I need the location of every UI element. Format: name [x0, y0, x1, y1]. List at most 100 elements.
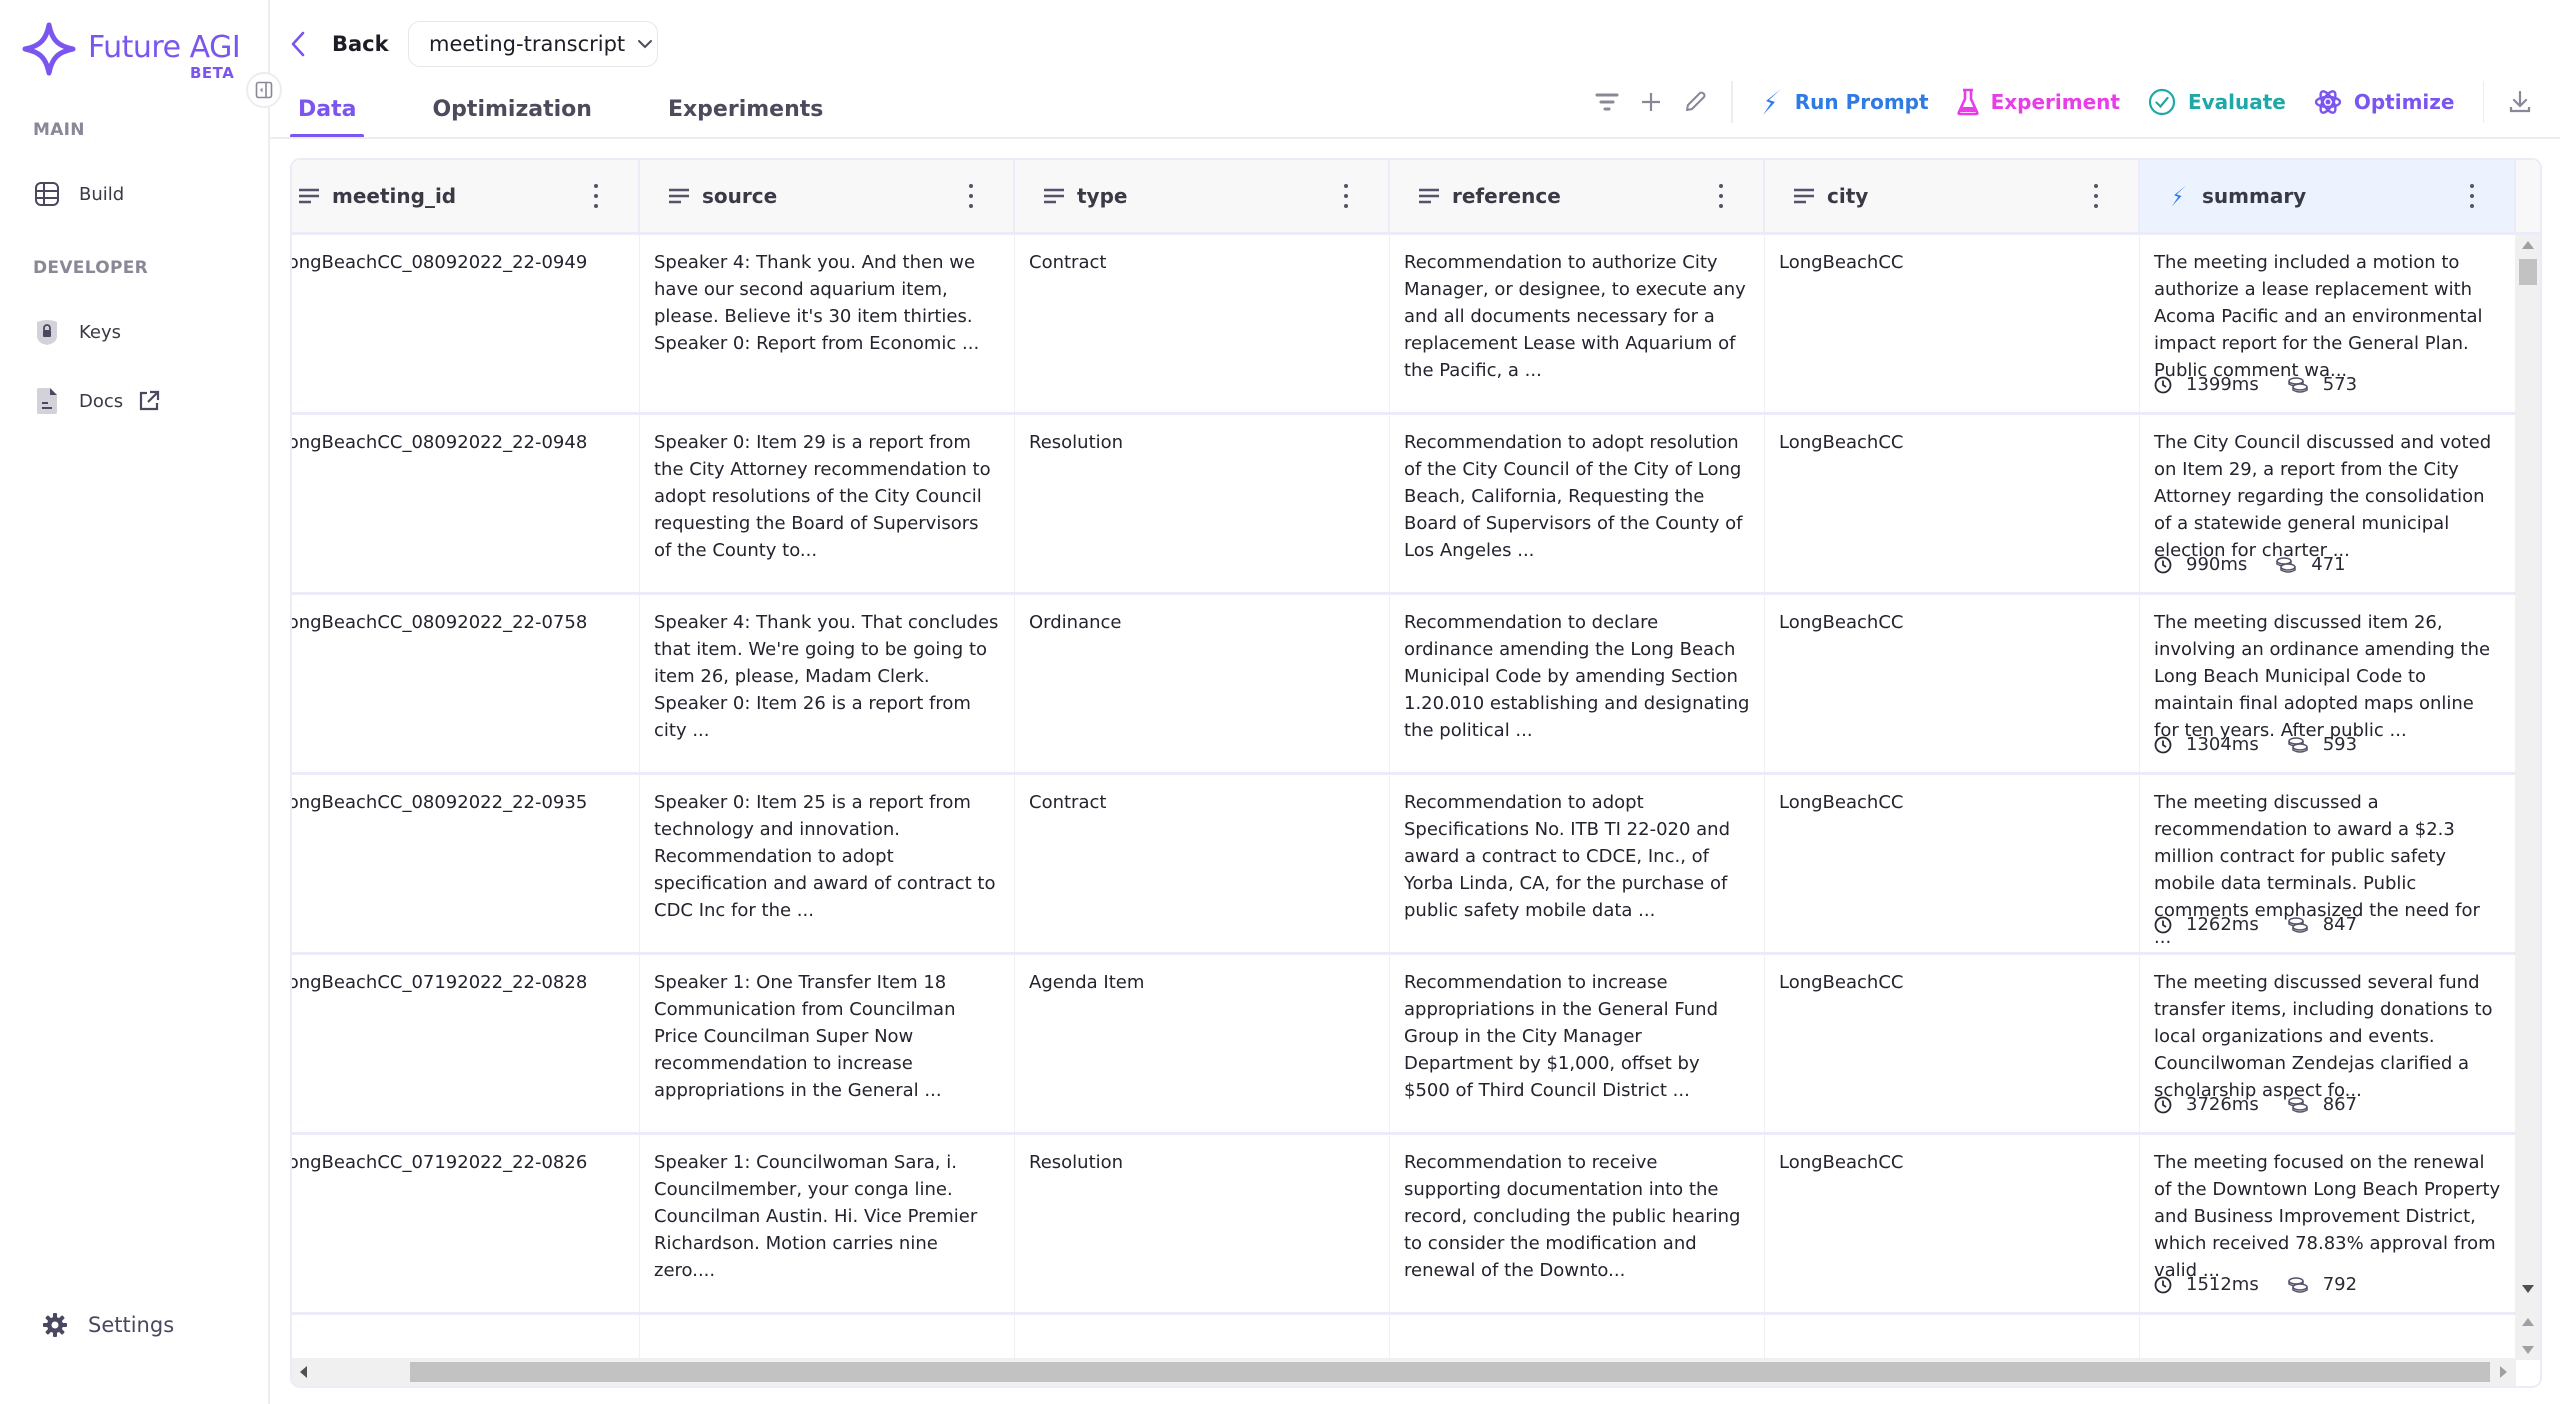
settings-button[interactable]: Settings [42, 1312, 174, 1338]
cell-source[interactable]: Speaker 0: Item 25 is a report from tech… [640, 775, 1015, 952]
column-header-city[interactable]: city [1765, 160, 2140, 232]
cell-meeting-id[interactable]: LongBeachCC_08092022_22-0948 [292, 415, 640, 592]
secondary-vertical-scrollbar[interactable] [2516, 1312, 2540, 1360]
cell-text: LongBeachCC_08092022_22-0758 [292, 612, 588, 633]
scroll-up-icon[interactable] [2522, 1318, 2534, 1326]
scroll-left-icon[interactable] [300, 1366, 307, 1378]
scroll-right-icon[interactable] [2500, 1366, 2507, 1378]
tab-experiments[interactable]: Experiments [660, 80, 831, 138]
cell-text: Speaker 4: Thank you. And then we have o… [654, 252, 980, 354]
filter-button[interactable] [1590, 85, 1624, 119]
cell-text: LongBeachCC_08092022_22-0935 [292, 792, 588, 813]
column-menu-icon[interactable] [592, 184, 600, 208]
token-value: 867 [2322, 1094, 2358, 1115]
text-lines-icon [1789, 188, 1819, 204]
cell-city[interactable]: LongBeachCC [1765, 415, 2140, 592]
cell-summary[interactable]: The meeting discussed several fund trans… [2140, 955, 2516, 1132]
token-value: 847 [2322, 914, 2358, 935]
sidebar-item-docs[interactable]: Docs [33, 383, 161, 419]
cell-source[interactable]: Speaker 4: Thank you. That concludes tha… [640, 595, 1015, 772]
cell-source[interactable]: Speaker 0: Item 29 is a report from the … [640, 415, 1015, 592]
vertical-scroll-thumb[interactable] [2519, 259, 2537, 285]
scroll-up-icon[interactable] [2522, 241, 2534, 249]
column-header-type[interactable]: type [1015, 160, 1390, 232]
cell-reference[interactable]: Recommendation to adopt resolution of th… [1390, 415, 1765, 592]
back-button[interactable]: Back [290, 22, 389, 66]
cell-text: Agenda Item [1029, 972, 1145, 993]
experiment-button[interactable]: Experiment [1956, 88, 2120, 116]
table-row[interactable]: LongBeachCC_07192022_22-0828 Speaker 1: O… [292, 955, 2516, 1135]
cell-reference[interactable]: Recommendation to increase appropriation… [1390, 955, 1765, 1132]
cell-type[interactable]: Resolution [1015, 1135, 1390, 1312]
cell-type[interactable]: Ordinance [1015, 595, 1390, 772]
tab-data[interactable]: Data [290, 80, 365, 138]
add-button[interactable] [1634, 85, 1668, 119]
table-row[interactable]: LongBeachCC_08092022_22-0758 Speaker 4: T… [292, 595, 2516, 775]
sidebar-item-build[interactable]: Build [33, 176, 124, 212]
dataset-select[interactable]: meeting-transcript [408, 21, 658, 67]
table-row[interactable]: LongBeachCC_08092022_22-0948 Speaker 0: I… [292, 415, 2516, 595]
chevron-left-icon [291, 31, 305, 57]
cell-summary[interactable]: The meeting focused on the renewal of th… [2140, 1135, 2516, 1312]
horizontal-scroll-thumb[interactable] [410, 1362, 2490, 1382]
vertical-scrollbar[interactable] [2516, 235, 2540, 1312]
cell-source[interactable]: Speaker 1: One Transfer Item 18 Communic… [640, 955, 1015, 1132]
cell-summary[interactable]: The City Council discussed and voted on … [2140, 415, 2516, 592]
table-row[interactable]: LongBeachCC_08092022_22-0949 Speaker 4: T… [292, 235, 2516, 415]
column-menu-icon[interactable] [2092, 184, 2100, 208]
cell-summary[interactable]: The meeting discussed item 26, involving… [2140, 595, 2516, 772]
cell-city[interactable]: LongBeachCC [1765, 235, 2140, 412]
cell-reference[interactable]: Recommendation to declare ordinance amen… [1390, 595, 1765, 772]
cell-source[interactable]: Speaker 1: Councilwoman Sara, i. Council… [640, 1135, 1015, 1312]
column-label: summary [2202, 184, 2307, 208]
column-menu-icon[interactable] [967, 184, 975, 208]
edit-button[interactable] [1678, 85, 1712, 119]
cell-reference[interactable]: Recommendation to adopt Specifications N… [1390, 775, 1765, 952]
column-header-summary[interactable]: summary [2140, 160, 2516, 232]
scroll-down-icon[interactable] [2522, 1285, 2534, 1293]
cell-meeting-id[interactable]: LongBeachCC_07192022_22-0826 [292, 1135, 640, 1312]
token-count: 471 [2275, 551, 2346, 578]
cell-text: Recommendation to authorize City Manager… [1404, 252, 1746, 381]
horizontal-scrollbar[interactable] [292, 1358, 2516, 1386]
run-prompt-button[interactable]: Run Prompt [1761, 88, 1929, 116]
table-row[interactable]: LongBeachCC_08092022_22-0935 Speaker 0: I… [292, 775, 2516, 955]
cell-type[interactable]: Contract [1015, 775, 1390, 952]
cell-source[interactable]: Speaker 4: Thank you. And then we have o… [640, 235, 1015, 412]
cell-meeting-id[interactable]: LongBeachCC_07192022_22-0828 [292, 955, 640, 1132]
column-header-reference[interactable]: reference [1390, 160, 1765, 232]
data-grid: meeting_id source type reference city su… [290, 158, 2542, 1388]
column-header-source[interactable]: source [640, 160, 1015, 232]
settings-label: Settings [88, 1313, 175, 1337]
cell-meeting-id[interactable]: LongBeachCC_08092022_22-0949 [292, 235, 640, 412]
token-value: 593 [2322, 734, 2358, 755]
cell-reference[interactable]: Recommendation to receive supporting doc… [1390, 1135, 1765, 1312]
table-row[interactable]: LongBeachCC_07192022_22-0826 Speaker 1: C… [292, 1135, 2516, 1315]
cell-meeting-id[interactable]: LongBeachCC_08092022_22-0935 [292, 775, 640, 952]
download-button[interactable] [2503, 85, 2537, 119]
cell-type[interactable]: Resolution [1015, 415, 1390, 592]
cell-city[interactable]: LongBeachCC [1765, 955, 2140, 1132]
optimize-button[interactable]: Optimize [2314, 88, 2455, 116]
scroll-down-icon[interactable] [2522, 1346, 2534, 1354]
column-menu-icon[interactable] [2468, 184, 2476, 208]
atom-icon [2314, 90, 2342, 114]
cell-summary[interactable]: The meeting discussed a recommendation t… [2140, 775, 2516, 952]
cell-reference[interactable]: Recommendation to authorize City Manager… [1390, 235, 1765, 412]
cell-text: LongBeachCC [1779, 792, 1904, 813]
cell-summary[interactable]: The meeting included a motion to authori… [2140, 235, 2516, 412]
cell-city[interactable]: LongBeachCC [1765, 775, 2140, 952]
cell-type[interactable]: Agenda Item [1015, 955, 1390, 1132]
column-menu-icon[interactable] [1717, 184, 1725, 208]
column-header-meeting-id[interactable]: meeting_id [292, 160, 640, 232]
latency: 990ms [2154, 551, 2247, 578]
cell-city[interactable]: LongBeachCC [1765, 1135, 2140, 1312]
evaluate-button[interactable]: Evaluate [2148, 88, 2286, 116]
tab-optimization[interactable]: Optimization [424, 80, 599, 138]
cell-city[interactable]: LongBeachCC [1765, 595, 2140, 772]
cell-meeting-id[interactable]: LongBeachCC_08092022_22-0758 [292, 595, 640, 772]
sidebar-item-keys[interactable]: Keys [33, 314, 121, 350]
column-menu-icon[interactable] [1342, 184, 1350, 208]
collapse-sidebar-button[interactable] [246, 72, 282, 108]
cell-type[interactable]: Contract [1015, 235, 1390, 412]
